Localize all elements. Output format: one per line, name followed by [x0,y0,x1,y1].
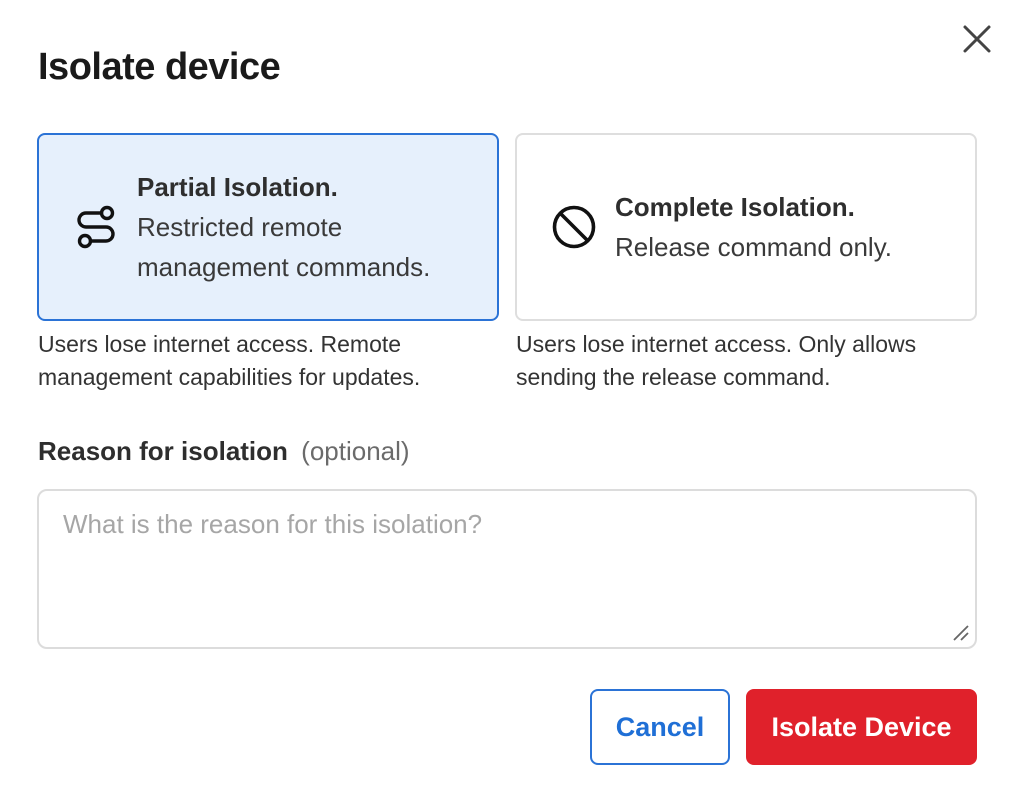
reason-label: Reason for isolation (optional) [38,436,410,467]
block-icon [549,202,599,252]
option-complete-description: Users lose internet access. Only allows … [516,328,978,394]
option-complete-subtitle: Release command only. [615,232,892,262]
isolate-device-dialog: Isolate device Partial Isolation. Restri… [0,0,1012,798]
resize-grip-icon[interactable] [950,622,970,642]
option-partial-description-line-1: Users lose internet access. Remote [38,331,402,357]
reason-input[interactable] [37,489,977,649]
option-partial-subtitle-2: management commands. [137,252,431,282]
cancel-button[interactable]: Cancel [590,689,730,765]
route-icon [71,202,121,252]
option-complete-isolation[interactable]: Complete Isolation. Release command only… [515,133,977,321]
reason-optional-text: (optional) [301,436,410,466]
close-icon [963,25,991,53]
option-complete-description-line-1: Users lose internet access. Only allows [516,331,917,357]
reason-label-text: Reason for isolation [38,436,288,466]
close-button[interactable] [958,20,996,58]
option-complete-heading: Complete Isolation. [615,192,855,222]
option-partial-description-line-2: management capabilities for updates. [38,364,421,390]
isolate-device-button[interactable]: Isolate Device [746,689,977,765]
option-complete-text: Complete Isolation. Release command only… [615,187,892,267]
option-partial-isolation[interactable]: Partial Isolation. Restricted remote man… [37,133,499,321]
dialog-title: Isolate device [38,46,281,88]
option-partial-heading: Partial Isolation. [137,172,338,202]
option-partial-description: Users lose internet access. Remote manag… [38,328,500,394]
option-partial-subtitle-1: Restricted remote [137,212,343,242]
option-complete-description-line-2: sending the release command. [516,364,831,390]
option-partial-text: Partial Isolation. Restricted remote man… [137,167,430,287]
